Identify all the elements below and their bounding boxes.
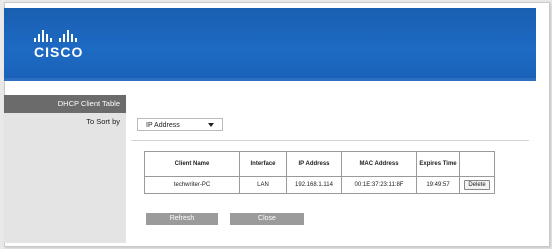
cell-mac-address: 00:1E:37:23:11:8F bbox=[341, 176, 417, 194]
refresh-button[interactable]: Refresh bbox=[146, 213, 218, 225]
col-action bbox=[459, 151, 495, 177]
sidebar-title: DHCP Client Table bbox=[4, 95, 126, 113]
header-underline bbox=[4, 78, 536, 81]
col-mac-address: MAC Address bbox=[341, 151, 417, 177]
col-ip-address: IP Address bbox=[286, 151, 342, 177]
cell-action: Delete bbox=[459, 176, 495, 194]
cell-ip-address: 192.168.1.114 bbox=[286, 176, 342, 194]
sort-by-select[interactable]: IP Address bbox=[137, 118, 223, 131]
chevron-down-icon bbox=[208, 123, 214, 127]
dhcp-client-table: Client Name Interface IP Address MAC Add… bbox=[144, 151, 495, 194]
divider bbox=[131, 140, 529, 141]
sidebar: DHCP Client Table To Sort by bbox=[4, 95, 126, 243]
sort-by-value: IP Address bbox=[146, 122, 180, 129]
cell-expires-time: 19:49:57 bbox=[416, 176, 460, 194]
cisco-logo: CISCO bbox=[34, 30, 83, 60]
cisco-bars-icon bbox=[34, 30, 83, 42]
cell-interface: LAN bbox=[239, 176, 287, 194]
close-button[interactable]: Close bbox=[230, 213, 304, 225]
header-banner: CISCO bbox=[4, 8, 536, 78]
logo-text: CISCO bbox=[34, 44, 84, 60]
cell-client-name: techwriter-PC bbox=[144, 176, 240, 194]
col-client-name: Client Name bbox=[144, 151, 240, 177]
sort-by-label: To Sort by bbox=[86, 117, 120, 126]
col-expires-time: Expires Time bbox=[416, 151, 460, 177]
table-row: techwriter-PC LAN 192.168.1.114 00:1E:37… bbox=[144, 176, 495, 194]
delete-button[interactable]: Delete bbox=[464, 180, 490, 190]
col-interface: Interface bbox=[239, 151, 287, 177]
table-header-row: Client Name Interface IP Address MAC Add… bbox=[144, 151, 495, 177]
